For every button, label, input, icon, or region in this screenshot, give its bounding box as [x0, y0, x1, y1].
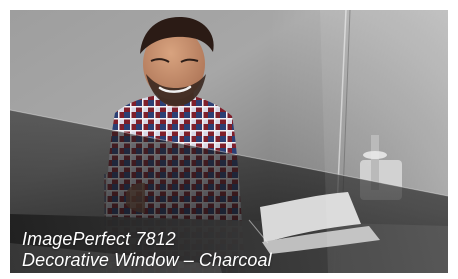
product-description: Decorative Window – Charcoal	[22, 250, 272, 270]
product-model-line: ImagePerfect 7812	[22, 229, 176, 249]
product-image-card: ImagePerfect 7812 Decorative Window – Ch…	[0, 0, 458, 279]
product-caption: ImagePerfect 7812 Decorative Window – Ch…	[22, 229, 272, 271]
product-photo: ImagePerfect 7812 Decorative Window – Ch…	[10, 10, 448, 273]
